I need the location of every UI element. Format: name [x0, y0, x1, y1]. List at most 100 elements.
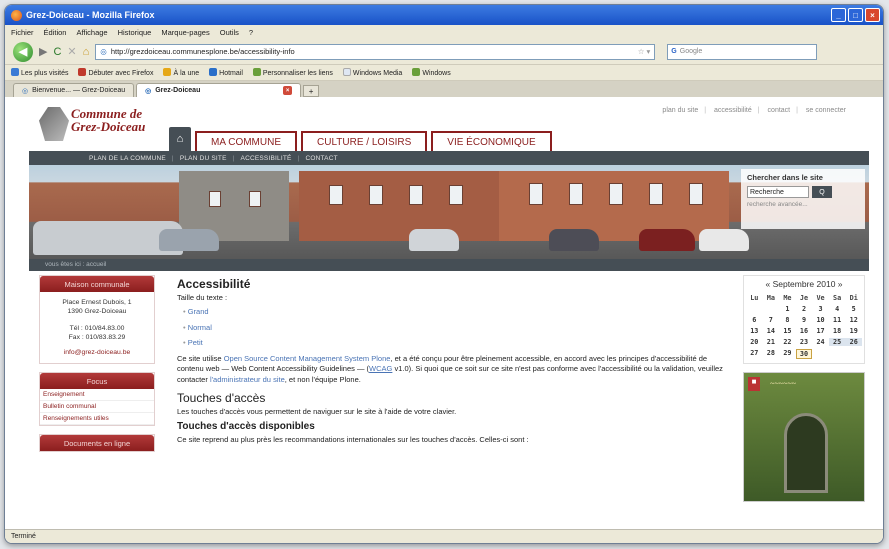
tab-bienvenue[interactable]: ◎ Bienvenue... — Grez-Doiceau — [13, 83, 135, 97]
menu-fichier[interactable]: Fichier — [11, 28, 34, 37]
plone-link[interactable]: Open Source Content Management System Pl… — [224, 354, 391, 363]
calendar-day-header: Lu — [750, 294, 759, 302]
calendar-day[interactable]: 17 — [812, 327, 829, 335]
subnav-contact[interactable]: CONTACT — [305, 155, 337, 162]
calendar-day[interactable]: 26 — [845, 338, 862, 346]
portlet-title: Maison communale — [40, 276, 154, 292]
url-bar[interactable]: ◎ http://grezdoiceau.communesplone.be/ac… — [95, 43, 656, 60]
menu-affichage[interactable]: Affichage — [76, 28, 107, 37]
calendar-day[interactable]: 6 — [746, 316, 763, 324]
subnav-accessibilite[interactable]: ACCESSIBILITÉ — [241, 155, 292, 162]
close-window-button[interactable]: × — [865, 8, 880, 22]
bookmark-getting-started[interactable]: Débuter avec Firefox — [78, 68, 153, 77]
focus-link-renseignements[interactable]: Renseignements utiles — [40, 413, 154, 425]
bookmark-customize[interactable]: Personnaliser les liens — [252, 68, 333, 77]
calendar-day-header: Sa — [833, 294, 842, 302]
minimize-button[interactable]: _ — [831, 8, 846, 22]
calendar-day[interactable]: 10 — [812, 316, 829, 324]
tab-ma-commune[interactable]: MA COMMUNE — [195, 131, 297, 151]
home-icon[interactable]: ⌂ — [83, 46, 90, 58]
calendar-day[interactable]: 23 — [796, 338, 813, 346]
calendar-day[interactable]: 22 — [779, 338, 796, 346]
subnav-plan-commune[interactable]: PLAN DE LA COMMUNE — [89, 155, 166, 162]
calendar-day[interactable]: 13 — [746, 327, 763, 335]
calendar-day-header: Di — [849, 294, 858, 302]
bookmark-news[interactable]: À la une — [163, 68, 199, 77]
tab-culture-loisirs[interactable]: CULTURE / LOISIRS — [301, 131, 428, 151]
calendar-day[interactable]: 4 — [829, 305, 846, 313]
bookmark-windows[interactable]: Windows — [412, 68, 451, 77]
admin-link[interactable]: l'administrateur du site — [210, 375, 285, 384]
calendar-day[interactable]: 29 — [779, 349, 796, 359]
calendar-day[interactable]: 12 — [845, 316, 862, 324]
calendar-day[interactable]: 5 — [845, 305, 862, 313]
calendar-day[interactable]: 25 — [828, 338, 846, 346]
page-viewport: Commune de Grez-Doiceau plan du site | ac… — [5, 97, 883, 525]
home-tab-icon[interactable]: ⌂ — [169, 127, 191, 151]
link-accessibility[interactable]: accessibilité — [714, 107, 752, 114]
site-search-input[interactable]: Recherche — [747, 186, 809, 198]
search-placeholder: Google — [679, 48, 703, 55]
portlet-title: Focus — [40, 373, 154, 389]
link-login[interactable]: se connecter — [806, 107, 846, 114]
menu-edition[interactable]: Édition — [44, 28, 67, 37]
bookmark-hotmail[interactable]: Hotmail — [209, 68, 243, 77]
calendar-day[interactable]: 9 — [796, 316, 813, 324]
calendar-title[interactable]: « Septembre 2010 » — [744, 276, 864, 292]
calendar-day[interactable]: 3 — [812, 305, 829, 313]
calendar-day[interactable]: 11 — [829, 316, 846, 324]
menu-help[interactable]: ? — [249, 28, 253, 37]
promo-image[interactable]: ■ ~~~~~~ — [743, 372, 865, 502]
advanced-search-link[interactable]: recherche avancée... — [747, 201, 859, 208]
calendar-day[interactable]: 20 — [746, 338, 763, 346]
bookmark-star-icon[interactable]: ☆ ▾ — [638, 47, 655, 56]
tab-grez-doiceau[interactable]: ◎ Grez-Doiceau × — [136, 83, 302, 97]
reload-icon[interactable]: C — [53, 46, 61, 58]
menu-marque-pages[interactable]: Marque-pages — [161, 28, 209, 37]
calendar-day[interactable]: 30 — [795, 349, 813, 359]
back-button[interactable]: ◀ — [13, 41, 33, 62]
new-tab-button[interactable]: + — [303, 85, 320, 97]
link-contact[interactable]: contact — [768, 107, 791, 114]
calendar-empty-cell — [763, 305, 780, 313]
calendar-day[interactable]: 14 — [763, 327, 780, 335]
search-input[interactable]: G Google — [667, 43, 818, 60]
wcag-link[interactable]: WCAG — [369, 364, 392, 373]
bookmark-most-visited[interactable]: Les plus visités — [11, 68, 68, 77]
menu-historique[interactable]: Historique — [118, 28, 152, 37]
link-site-map[interactable]: plan du site — [662, 107, 698, 114]
focus-link-bulletin[interactable]: Bulletin communal — [40, 401, 154, 413]
text-size-normal[interactable]: Normal — [183, 323, 727, 334]
calendar-day[interactable]: 8 — [779, 316, 796, 324]
calendar-day[interactable]: 7 — [763, 316, 780, 324]
calendar-day[interactable]: 28 — [763, 349, 780, 359]
subnav-plan-site[interactable]: PLAN DU SITE — [180, 155, 227, 162]
tab-vie-economique[interactable]: VIE ÉCONOMIQUE — [431, 131, 552, 151]
portlet-title[interactable]: Documents en ligne — [40, 435, 154, 451]
calendar-day[interactable]: 16 — [796, 327, 813, 335]
stop-icon[interactable]: ✕ — [67, 45, 76, 58]
menu-outils[interactable]: Outils — [220, 28, 239, 37]
calendar-day[interactable]: 27 — [746, 349, 763, 359]
bookmark-windows-media[interactable]: Windows Media — [342, 68, 402, 77]
calendar-day[interactable]: 18 — [829, 327, 846, 335]
calendar-day[interactable]: 21 — [763, 338, 780, 346]
email-link[interactable]: info@grez-doiceau.be — [44, 348, 150, 357]
calendar-day[interactable]: 1 — [779, 305, 796, 313]
text-size-small[interactable]: Petit — [183, 338, 727, 349]
calendar-day-header: Ma — [766, 294, 775, 302]
main-content: Accessibilité Taille du texte : Grand No… — [177, 278, 727, 445]
calendar-day[interactable]: 24 — [812, 338, 829, 346]
forward-icon[interactable]: ▶ — [39, 45, 47, 58]
calendar-day[interactable]: 19 — [845, 327, 862, 335]
search-button[interactable]: Q — [812, 186, 832, 198]
site-logo[interactable]: Commune de Grez-Doiceau — [39, 107, 149, 147]
maximize-button[interactable]: □ — [848, 8, 863, 22]
focus-link-enseignement[interactable]: Enseignement — [40, 389, 154, 401]
calendar-day[interactable]: 2 — [796, 305, 813, 313]
calendar-day[interactable]: 15 — [779, 327, 796, 335]
link-icon — [412, 68, 421, 76]
access-keys-paragraph: Les touches d'accès vous permettent de n… — [177, 406, 457, 416]
close-tab-icon[interactable]: × — [283, 86, 293, 95]
text-size-large[interactable]: Grand — [183, 307, 727, 318]
